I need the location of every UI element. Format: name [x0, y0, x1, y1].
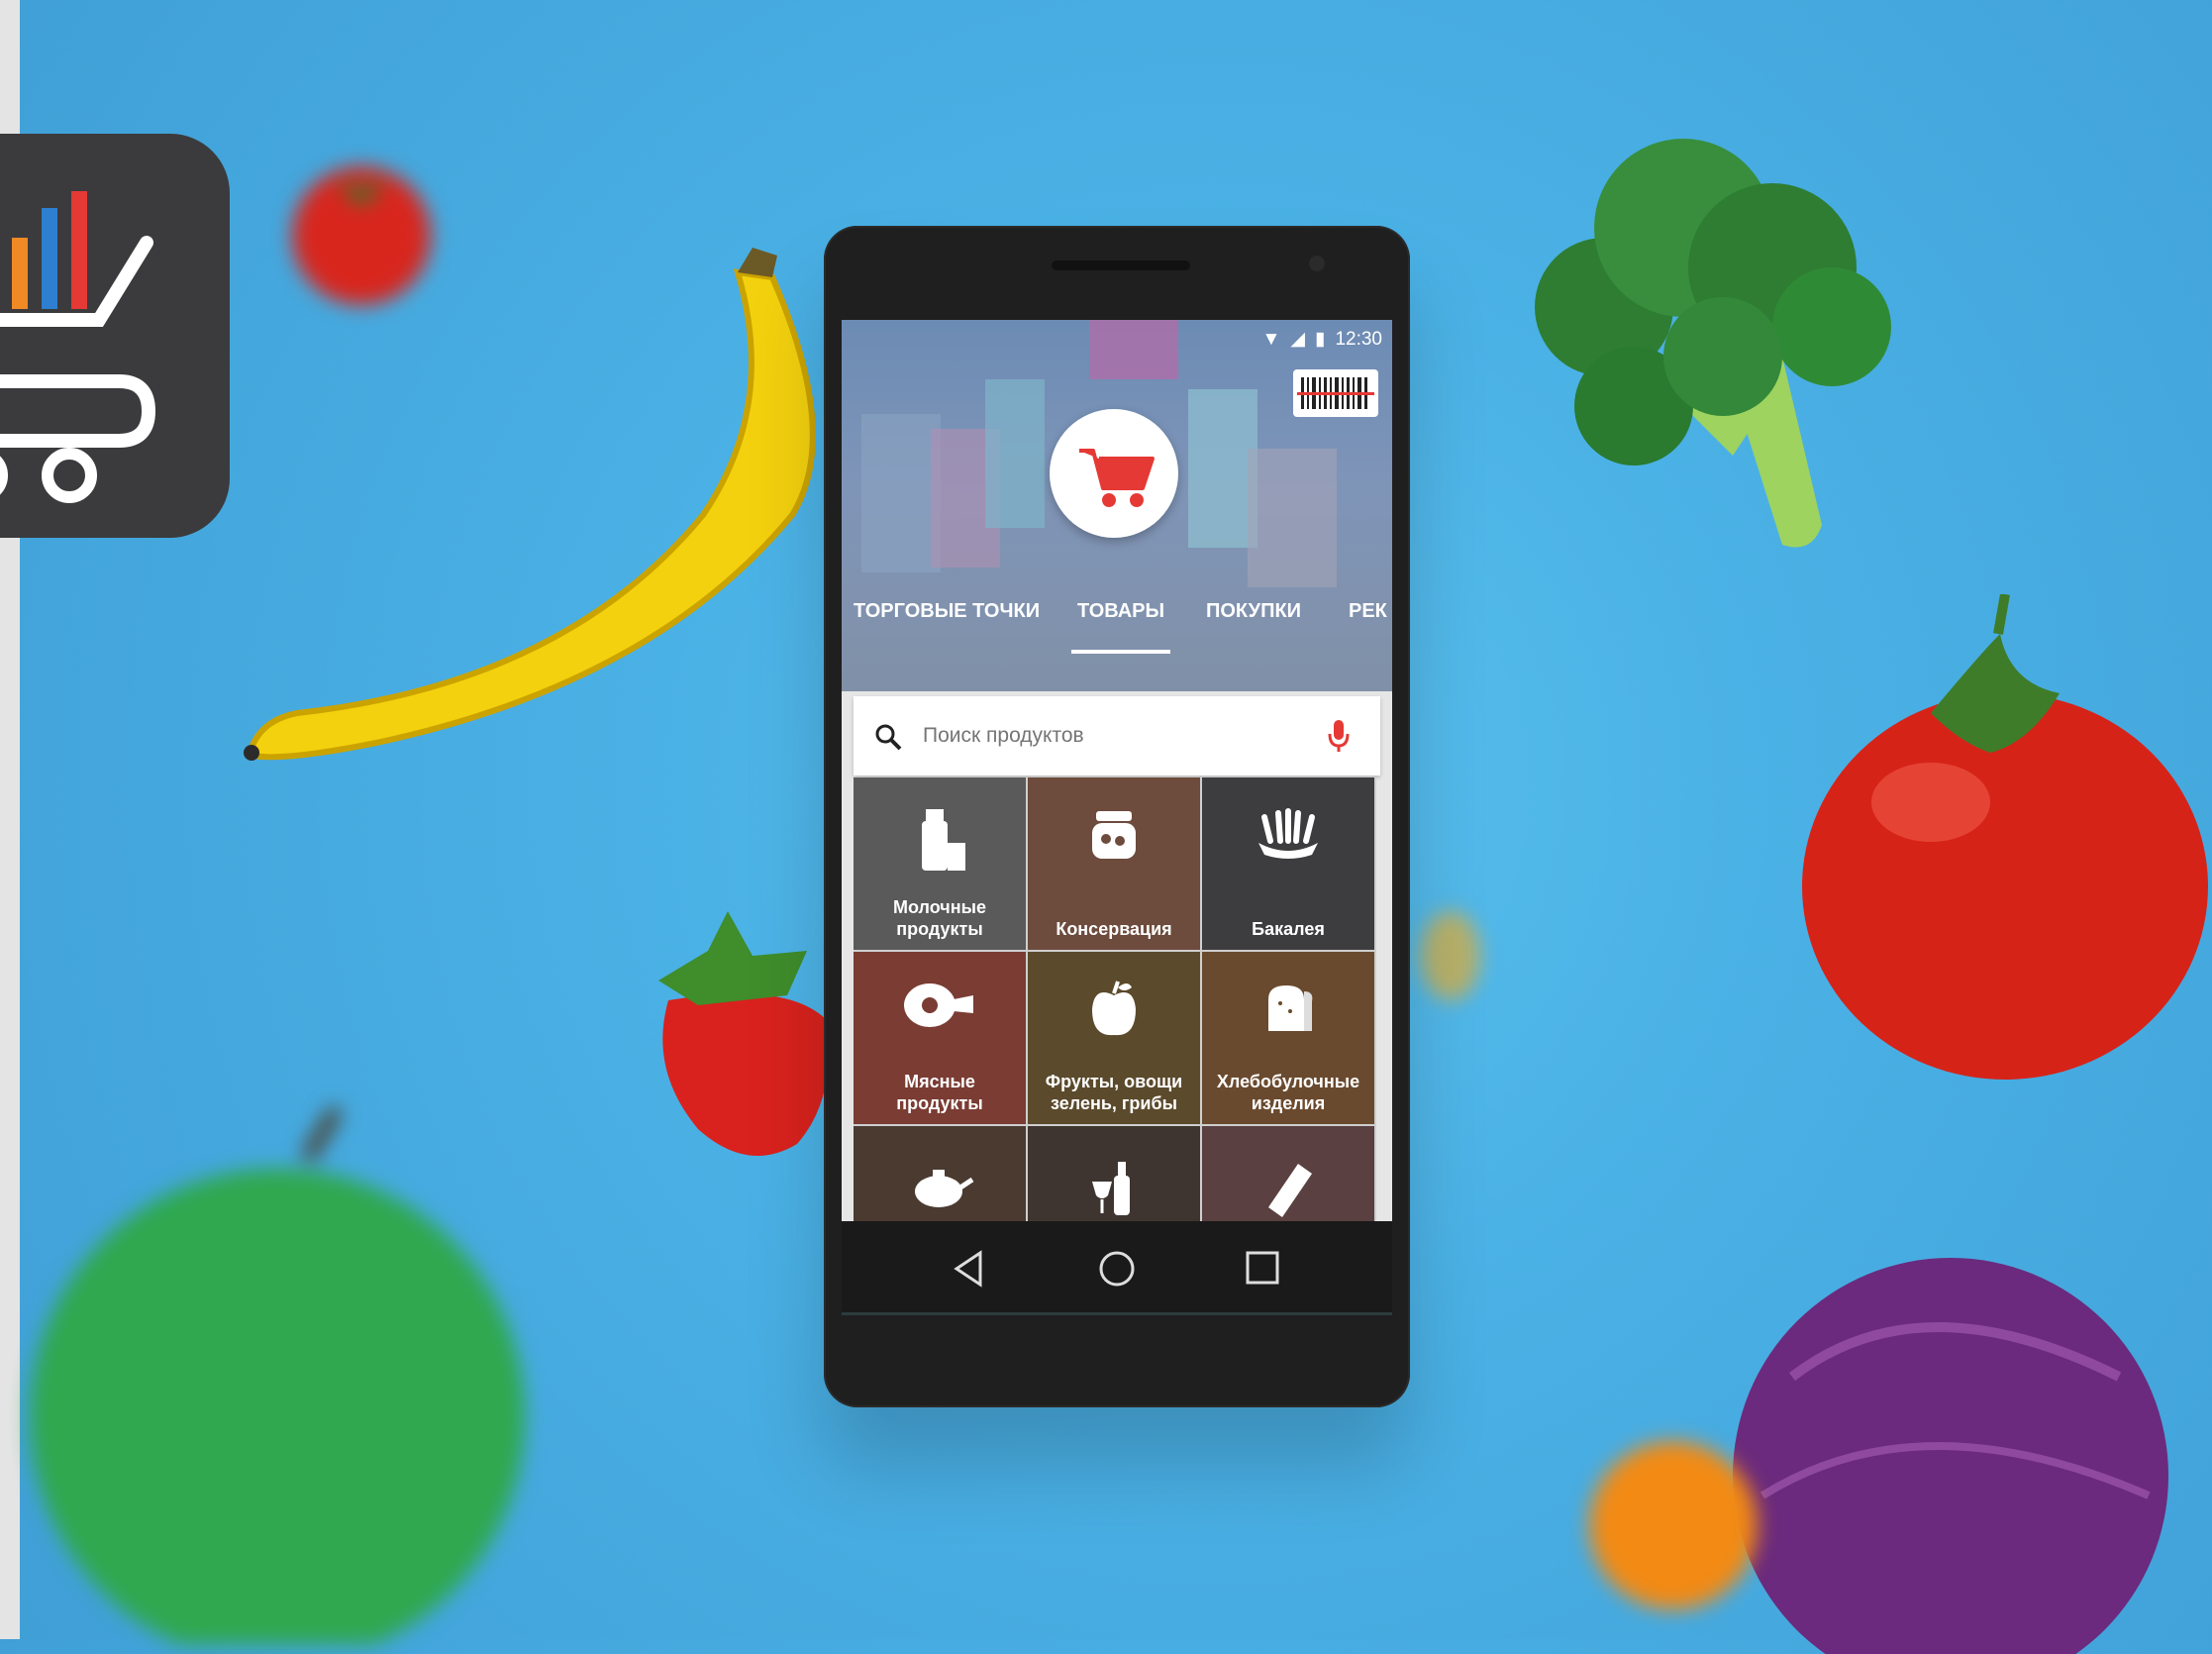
phone-screen: ▼ ◢ ▮ 12:30 ТОРГОВЫЕ ТОЧКИ ТОВАРЫ ПОКУПК… [842, 320, 1392, 1221]
category-label: Бакалея [1252, 919, 1325, 939]
recent-apps-icon[interactable] [1236, 1241, 1291, 1296]
navigation-bar [842, 1221, 1392, 1312]
blurred-fruit-icon [1421, 911, 1480, 1000]
category-drinks[interactable] [1028, 1126, 1202, 1221]
barcode-scan-button[interactable] [1293, 369, 1378, 417]
broccoli-icon [1535, 139, 1891, 548]
orange-blur-icon [1589, 1441, 1758, 1609]
category-dairy[interactable]: Молочные продукты [854, 777, 1028, 952]
category-meat[interactable]: Мясные продукты [854, 952, 1028, 1126]
category-bakery[interactable]: Хлебобулочные изделия [1202, 952, 1376, 1126]
tomato-icon [1802, 594, 2208, 1080]
microphone-icon[interactable] [1327, 718, 1351, 754]
search-input[interactable] [921, 718, 1301, 754]
tab-shops[interactable]: ТОРГОВЫЕ ТОЧКИ [854, 600, 1040, 623]
categories-grid: Молочные продукты Консервация Бакалея Мя… [854, 777, 1380, 1221]
category-sweets[interactable] [1202, 1126, 1376, 1221]
phone-chin-line [842, 1312, 1392, 1315]
app-icon [0, 134, 230, 538]
wifi-icon: ▼ [1261, 328, 1281, 350]
search-icon [875, 724, 902, 751]
home-icon[interactable] [1089, 1241, 1145, 1296]
status-time: 12:30 [1335, 328, 1382, 350]
cart-chart-logo-icon [0, 191, 156, 503]
category-tea-coffee[interactable] [854, 1126, 1028, 1221]
bread-icon [1268, 985, 1313, 1031]
banana-icon [244, 248, 816, 761]
teapot-icon [915, 1170, 974, 1207]
tab-bar: ТОРГОВЫЕ ТОЧКИ ТОВАРЫ ПОКУПКИ РЕК [842, 600, 1392, 650]
category-canned[interactable]: Консервация [1028, 777, 1202, 952]
chocolate-bar-icon [1268, 1164, 1312, 1217]
phone-camera [1309, 256, 1325, 271]
category-label: Фрукты, овощи зелень, грибы [1045, 1072, 1183, 1113]
category-grocery[interactable]: Бакалея [1202, 777, 1376, 952]
back-icon[interactable] [943, 1241, 998, 1296]
phone-device: ▼ ◢ ▮ 12:30 ТОРГОВЫЕ ТОЧКИ ТОВАРЫ ПОКУПК… [824, 226, 1410, 1407]
category-label: Молочные продукты [893, 897, 986, 939]
category-label: Консервация [1056, 919, 1172, 939]
hero-header: ▼ ◢ ▮ 12:30 ТОРГОВЫЕ ТОЧКИ ТОВАРЫ ПОКУПК… [842, 320, 1392, 691]
apple-icon [1092, 981, 1136, 1036]
jar-icon [1092, 811, 1136, 859]
wheat-icon [1258, 808, 1318, 859]
phone-speaker [1052, 260, 1190, 270]
active-tab-indicator [1071, 650, 1170, 654]
category-label: Мясные продукты [896, 1072, 983, 1113]
strawberry-icon [658, 911, 829, 1156]
shopping-cart-icon [1079, 449, 1155, 507]
wine-bottle-icon [1092, 1162, 1130, 1215]
ham-icon [904, 983, 973, 1027]
tab-products[interactable]: ТОВАРЫ [1077, 600, 1164, 623]
tab-recommendations[interactable]: РЕК [1349, 600, 1387, 623]
category-label: Хлебобулочные изделия [1216, 1072, 1360, 1113]
category-fruits-vegetables[interactable]: Фрукты, овощи зелень, грибы [1028, 952, 1202, 1126]
green-apple-icon [30, 1105, 525, 1644]
search-bar [854, 696, 1380, 775]
status-bar: ▼ ◢ ▮ 12:30 [1262, 328, 1382, 351]
milk-bottle-icon [922, 809, 965, 871]
tab-purchases[interactable]: ПОКУПКИ [1206, 600, 1301, 623]
red-cabbage-icon [1733, 1258, 2168, 1654]
barcode-icon [1297, 377, 1374, 409]
cart-button[interactable] [1050, 409, 1178, 538]
signal-icon: ◢ [1290, 329, 1305, 350]
battery-icon: ▮ [1314, 329, 1326, 350]
